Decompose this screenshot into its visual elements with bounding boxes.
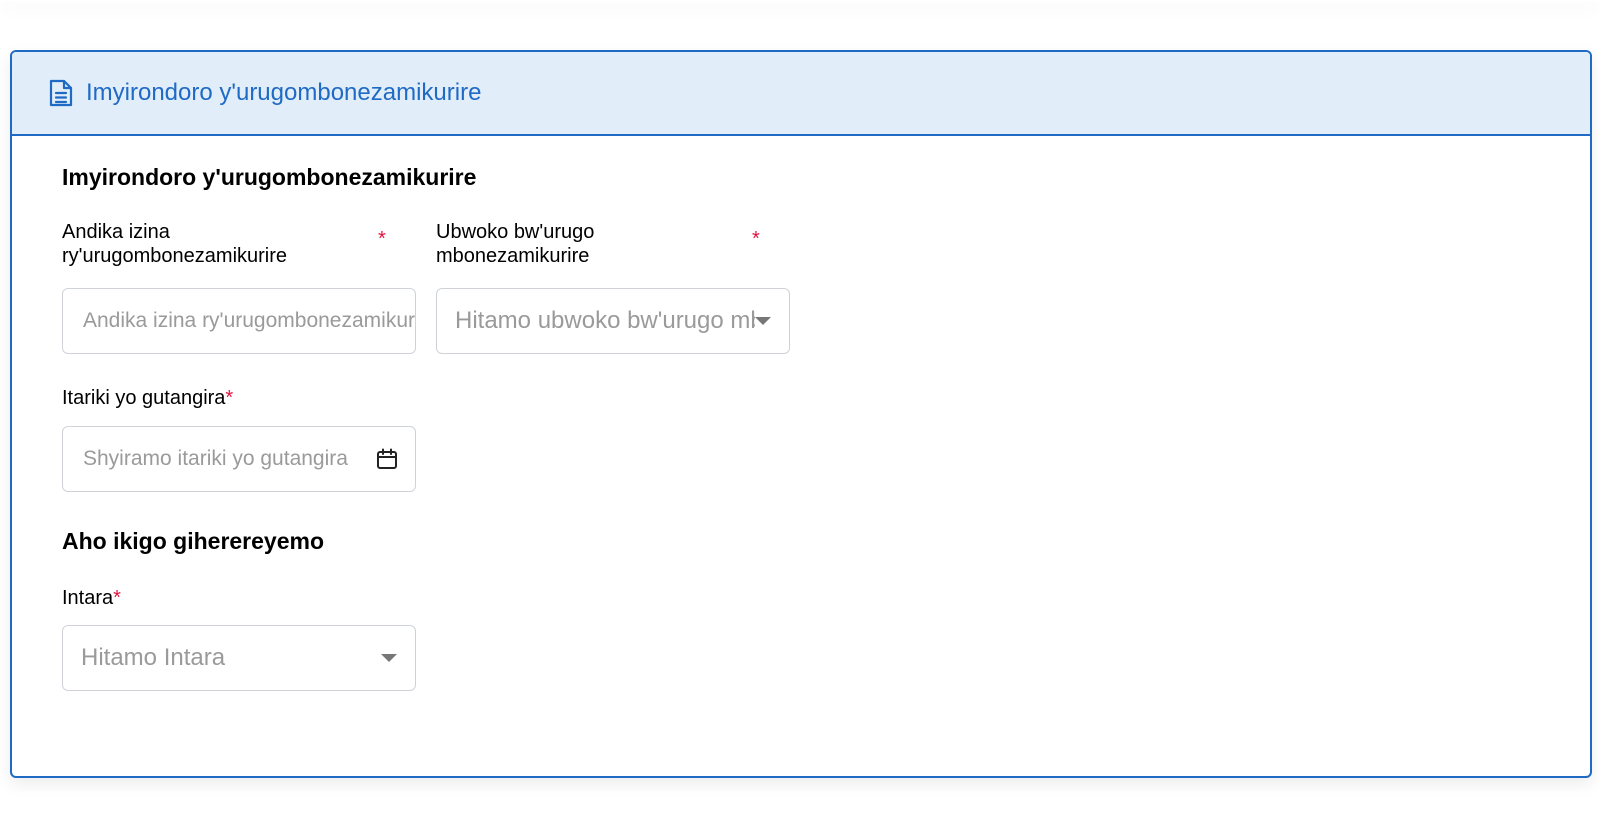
province-select[interactable]: Hitamo Intara (62, 625, 416, 691)
start-date-required-mark: * (225, 387, 234, 409)
name-required-mark: * (378, 228, 386, 250)
type-required-mark: * (752, 228, 760, 250)
province-label: Intara* (62, 586, 121, 610)
type-select-placeholder: Hitamo ubwoko bw'urugo mbonezamikurire (455, 307, 755, 334)
chevron-down-icon (381, 654, 397, 662)
calendar-icon[interactable] (375, 447, 399, 471)
card-header: Imyirondoro y'urugombonezamikurire (12, 52, 1590, 136)
start-date-label-text: Itariki yo gutangira (62, 387, 226, 409)
name-field-label: Andika izina ry'urugombonezamikurire (62, 221, 288, 267)
start-date-input-wrapper (62, 426, 416, 492)
card-header-title: Imyirondoro y'urugombonezamikurire (86, 79, 482, 106)
section-title-profile: Imyirondoro y'urugombonezamikurire (62, 164, 477, 190)
top-divider (0, 0, 1600, 2)
province-required-mark: * (113, 587, 121, 609)
chevron-down-icon (755, 317, 771, 325)
document-icon (48, 78, 74, 108)
section-title-location: Aho ikigo giherereyemo (62, 528, 325, 554)
province-select-placeholder: Hitamo Intara (81, 644, 226, 671)
name-input-wrapper (62, 288, 416, 354)
province-label-text: Intara (62, 587, 114, 609)
type-field-label: Ubwoko bw'urugo mbonezamikurire (436, 221, 595, 267)
ecd-profile-card: Imyirondoro y'urugombonezamikurire Imyir… (10, 50, 1592, 778)
type-select[interactable]: Hitamo ubwoko bw'urugo mbonezamikurire (436, 288, 790, 354)
start-date-label: Itariki yo gutangira* (62, 386, 233, 410)
name-input[interactable] (63, 309, 415, 333)
start-date-input[interactable] (63, 447, 375, 471)
